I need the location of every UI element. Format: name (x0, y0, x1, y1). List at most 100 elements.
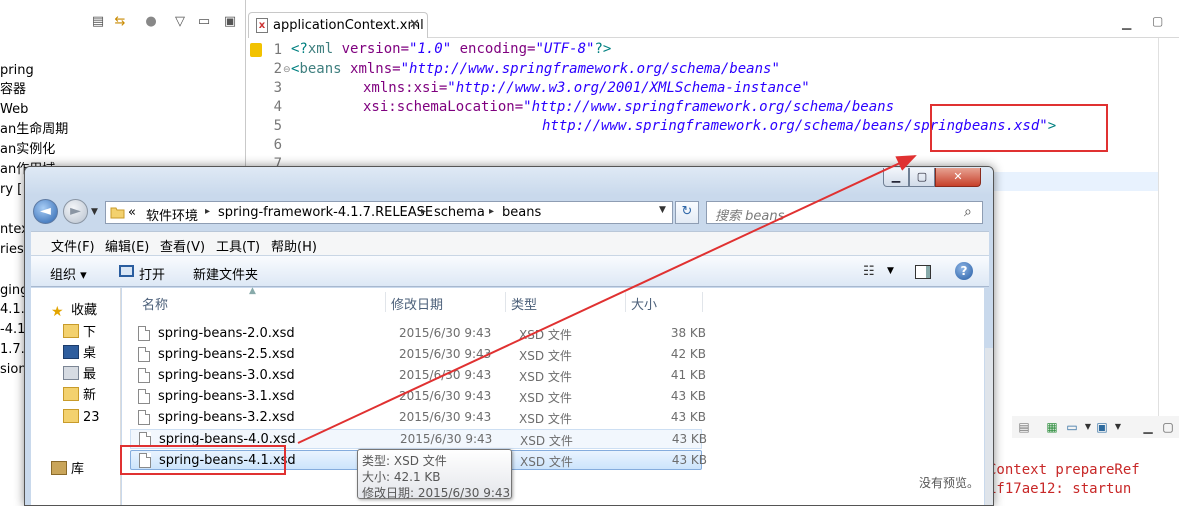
tree-item[interactable]: ries (0, 240, 24, 260)
file-size: 43 KB (671, 432, 707, 446)
file-row[interactable]: spring-beans-3.0.xsd 2015/6/30 9:43 XSD 文件… (130, 366, 706, 386)
nav-item[interactable]: 下 (63, 323, 96, 343)
back-button[interactable]: ◄ (33, 199, 58, 224)
close-window-button[interactable]: ✕ (935, 168, 981, 187)
code-line-2: <beans xmlns="http://www.springframework… (291, 61, 780, 77)
command-bar: 组织 ▾ 打开 新建文件夹 ☷ ▼ ? (31, 255, 989, 287)
tree-item[interactable]: an生命周期 (0, 120, 68, 140)
collapse-all-icon[interactable]: ▤ (90, 14, 106, 30)
address-dropdown-icon[interactable]: ▼ (659, 205, 666, 215)
file-date: 2015/6/30 9:43 (399, 410, 492, 424)
vertical-scrollbar[interactable] (985, 348, 993, 505)
view-options-icon[interactable]: ▼ (887, 266, 894, 276)
address-bar[interactable]: « 软件环境 ▸ spring-framework-4.1.7.RELEASE … (105, 201, 673, 224)
file-date: 2015/6/30 9:43 (400, 432, 493, 446)
window-title-bar[interactable]: ▁ ▢ ✕ (25, 167, 993, 195)
new-folder-button[interactable]: 新建文件夹 (193, 264, 258, 283)
folder-icon (63, 409, 79, 423)
open-console-icon[interactable]: ▣ (1094, 419, 1110, 435)
file-icon (138, 347, 150, 362)
display-console-icon[interactable]: ▭ (1064, 419, 1080, 435)
file-name: spring-beans-2.0.xsd (158, 326, 295, 341)
column-header-name[interactable]: 名称 (142, 294, 168, 313)
maximize-view-icon[interactable]: ▣ (222, 14, 238, 30)
organize-button[interactable]: 组织 ▾ (50, 264, 87, 283)
pin-console-icon[interactable]: ▦ (1044, 419, 1060, 435)
breadcrumb-item[interactable]: 软件环境 (146, 205, 198, 224)
column-divider[interactable] (505, 292, 506, 312)
code-line-3: xmlns:xsi="http://www.w3.org/2001/XMLSch… (363, 80, 810, 96)
editor-overview-ruler[interactable] (1158, 38, 1179, 418)
tree-item[interactable]: 容器 (0, 80, 26, 100)
recent-locations-icon[interactable]: ▼ (91, 207, 98, 217)
focus-icon[interactable]: ● (143, 14, 159, 30)
help-icon[interactable]: ? (955, 262, 973, 280)
file-size: 43 KB (670, 410, 706, 424)
minimize-editor-icon[interactable]: ▁ (1122, 16, 1131, 30)
nav-item[interactable]: 桌 (63, 344, 96, 364)
editor-tab-title: applicationContext.xml (273, 18, 424, 33)
tree-item[interactable]: ry [ (0, 180, 22, 200)
menu-tools[interactable]: 工具(T) (216, 236, 260, 255)
breadcrumb-overflow[interactable]: « (128, 205, 136, 220)
nav-item[interactable]: 23 (63, 408, 100, 428)
maximize-window-button[interactable]: ▢ (909, 168, 935, 187)
file-type: XSD 文件 (520, 455, 573, 469)
file-date: 2015/6/30 9:43 (399, 368, 492, 382)
column-divider[interactable] (625, 292, 626, 312)
change-view-icon[interactable]: ☷ (863, 264, 875, 279)
file-row[interactable]: spring-beans-2.0.xsd 2015/6/30 9:43 XSD 文件… (130, 324, 706, 344)
column-divider[interactable] (385, 292, 386, 312)
column-divider[interactable] (702, 292, 703, 312)
minimize-console-icon[interactable]: ▁ (1140, 419, 1156, 435)
code-line-4: xsi:schemaLocation="http://www.springfra… (363, 99, 895, 115)
scroll-lock-icon[interactable]: ▤ (1016, 419, 1032, 435)
tree-item[interactable]: pring (0, 61, 34, 81)
column-header-date[interactable]: 修改日期 (391, 294, 443, 313)
breadcrumb-item[interactable]: beans (502, 205, 541, 220)
breadcrumb-separator-icon[interactable]: ▸ (205, 206, 210, 217)
highlight-box-schema-file (930, 104, 1108, 152)
editor-tab[interactable]: x applicationContext.xml ✕ (248, 12, 428, 38)
file-row[interactable]: spring-beans-3.2.xsd 2015/6/30 9:43 XSD 文件… (130, 408, 706, 428)
tree-item[interactable]: Web (0, 100, 28, 120)
breadcrumb-separator-icon[interactable]: ▸ (489, 206, 494, 217)
file-icon (138, 326, 150, 341)
search-input[interactable]: 搜索 beans ⌕ (706, 201, 983, 224)
column-header-size[interactable]: 大小 (631, 294, 657, 313)
console-output-line: 1f17ae12: startun (988, 481, 1132, 497)
file-row[interactable]: spring-beans-2.5.xsd 2015/6/30 9:43 XSD 文件… (130, 345, 706, 365)
close-tab-icon[interactable]: ✕ (409, 17, 420, 32)
open-button[interactable]: 打开 (139, 264, 165, 283)
nav-item[interactable]: 最 (63, 365, 96, 385)
maximize-editor-icon[interactable]: ▢ (1152, 14, 1163, 28)
menu-help[interactable]: 帮助(H) (271, 236, 317, 255)
highlight-box-selected-file (120, 445, 286, 475)
view-menu-icon[interactable]: ▽ (172, 14, 188, 30)
refresh-button[interactable]: ↻ (675, 201, 699, 224)
menu-view[interactable]: 查看(V) (160, 236, 205, 255)
minimize-view-icon[interactable]: ▭ (196, 14, 212, 30)
search-icon[interactable]: ⌕ (964, 204, 972, 220)
maximize-console-icon[interactable]: ▢ (1160, 419, 1176, 435)
breadcrumb-separator-icon[interactable]: ▸ (421, 206, 426, 217)
file-date: 2015/6/30 9:43 (399, 389, 492, 403)
column-header-type[interactable]: 类型 (511, 294, 537, 313)
tree-item[interactable]: an实例化 (0, 140, 55, 160)
nav-library[interactable]: 库 (51, 460, 84, 480)
preview-pane-icon[interactable] (915, 265, 931, 279)
nav-item[interactable]: 新 (63, 386, 96, 406)
file-row[interactable]: spring-beans-3.1.xsd 2015/6/30 9:43 XSD 文件… (130, 387, 706, 407)
minimize-window-button[interactable]: ▁ (883, 168, 909, 187)
link-editor-icon[interactable]: ⇆ (112, 14, 128, 30)
nav-favorites[interactable]: ★ 收藏 (51, 301, 97, 321)
menu-file[interactable]: 文件(F) (51, 236, 95, 255)
breadcrumb-item[interactable]: schema (434, 205, 485, 220)
menu-edit[interactable]: 编辑(E) (105, 236, 149, 255)
open-console-dropdown-icon[interactable]: ▼ (1110, 419, 1126, 435)
file-type: XSD 文件 (519, 412, 572, 426)
file-type: XSD 文件 (519, 370, 572, 384)
forward-button[interactable]: ► (63, 199, 88, 224)
fold-icon[interactable]: ⊖ (283, 65, 291, 75)
breadcrumb-item[interactable]: spring-framework-4.1.7.RELEASE (218, 205, 433, 220)
